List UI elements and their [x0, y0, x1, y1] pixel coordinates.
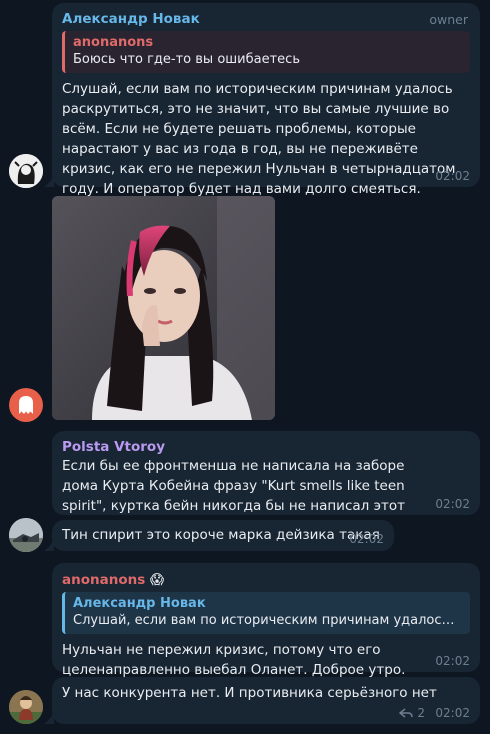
reply-arrow-icon	[399, 708, 414, 718]
reply-quote-name: Александр Новак	[73, 596, 206, 611]
sender-name[interactable]: Александр Новак	[62, 10, 470, 28]
replies-counter[interactable]: 2	[399, 706, 425, 720]
avatar-portrait-icon	[9, 154, 43, 188]
sender-name-row: anonanons 😱	[62, 571, 470, 589]
avatar-novak[interactable]	[9, 154, 43, 188]
bubble-tail	[44, 539, 54, 551]
message-bubble-novak[interactable]: Александр Новак owner anonanons Боюсь чт…	[52, 3, 480, 197]
message-time: 02:02	[435, 169, 470, 183]
reply-quote-text: Слушай, если вам по историческим причина…	[73, 613, 462, 628]
message-time: 02:02	[349, 532, 384, 546]
avatar-character-icon	[9, 690, 43, 724]
replies-count: 2	[417, 706, 425, 720]
message-time: 02:02	[435, 706, 470, 720]
photo-message[interactable]	[52, 196, 275, 420]
reply-quote[interactable]: anonanons Боюсь что где-то вы ошибаетесь	[62, 31, 470, 73]
message-text: Слушай, если вам по историческим причина…	[62, 81, 456, 197]
ghost-icon	[19, 396, 33, 414]
sender-name[interactable]: Polsta Vtoroy	[62, 438, 470, 456]
message-bubble-polsta[interactable]: Polsta Vtoroy Если бы ее фронтменша не н…	[52, 431, 480, 534]
message-bubble-anonanons[interactable]: anonanons 😱 Александр Новак Слушай, если…	[52, 563, 480, 678]
reply-quote[interactable]: Александр Новак Слушай, если вам по исто…	[62, 592, 470, 634]
reply-quote-text: Боюсь что где-то вы ошибаетесь	[73, 52, 300, 67]
bubble-tail	[44, 712, 54, 724]
message-bubble-continuation[interactable]: Тин спирит это короче марка дейзика така…	[52, 520, 394, 551]
message-time: 02:02	[435, 497, 470, 511]
avatar-polsta[interactable]	[9, 518, 43, 552]
bubble-tail	[44, 175, 54, 187]
screaming-face-emoji: 😱	[149, 572, 165, 588]
message-text: Нульчан не пережил кризис, потому что ег…	[62, 642, 406, 678]
message-time: 02:02	[435, 654, 470, 668]
owner-badge: owner	[429, 12, 468, 27]
message-bubble-last[interactable]: У нас конкурента нет. И противника серьё…	[52, 677, 480, 724]
reply-quote-name: anonanons	[73, 35, 154, 50]
photo-image	[52, 196, 275, 420]
message-text: У нас конкурента нет. И противника серьё…	[62, 685, 437, 701]
avatar-landscape-icon	[9, 518, 43, 552]
sender-name[interactable]: anonanons	[62, 572, 145, 588]
message-text: Тин спирит это короче марка дейзика така…	[62, 527, 380, 543]
avatar-ghost[interactable]	[9, 388, 43, 422]
avatar-anonanons[interactable]	[9, 690, 43, 724]
